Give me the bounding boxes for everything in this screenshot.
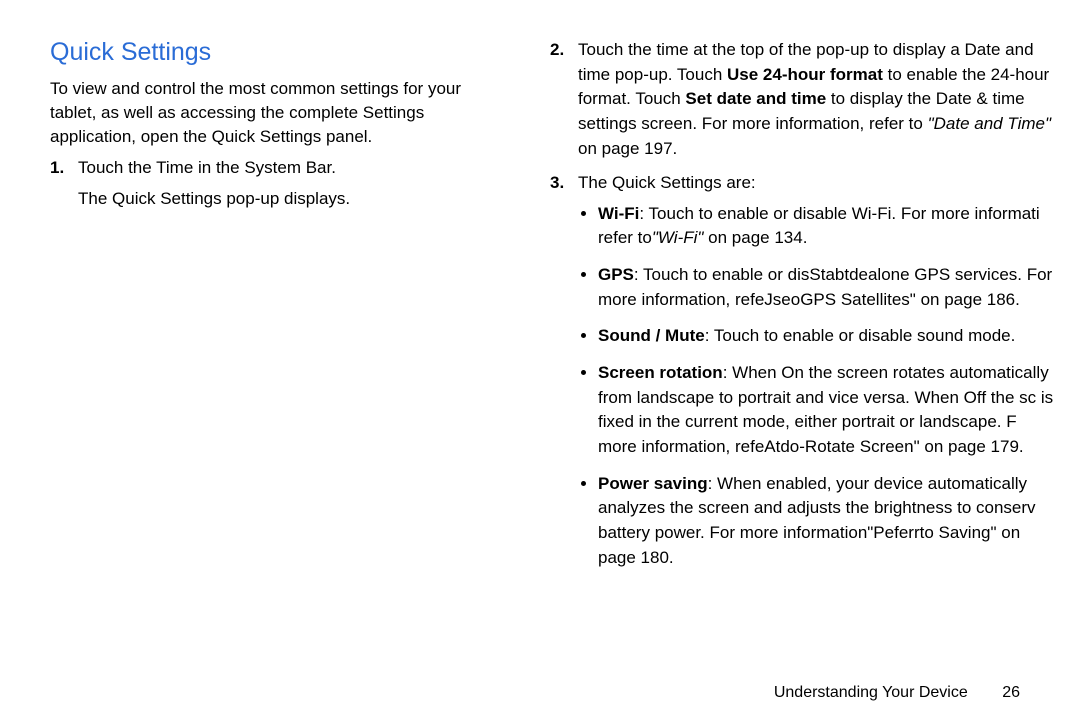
qs-rotate-t2: on page 179. [920,437,1024,456]
qs-wifi: Wi-Fi: Touch to enable or disable Wi-Fi.… [598,202,1060,251]
qs-gps-t2: on page 186. [916,290,1020,309]
step-3: 3. The Quick Settings are: Wi-Fi: Touch … [578,171,1060,570]
step-list-right: 2. Touch the time at the top of the pop-… [550,38,1060,570]
footer-page-number: 26 [1002,684,1020,702]
qs-power: Power saving: When enabled, your device … [598,472,1060,571]
qs-gps-label: GPS [598,265,634,284]
qs-wifi-label: Wi-Fi [598,204,639,223]
qs-sound-t1: : Touch to enable or disable sound mode. [705,326,1016,345]
two-column-layout: Quick Settings To view and control the m… [50,30,1060,582]
step-2-number: 2. [550,38,564,63]
step-2-t4: on page 197. [578,139,677,158]
qs-rotate: Screen rotation: When On the screen rota… [598,361,1060,460]
intro-paragraph: To view and control the most common sett… [50,77,510,148]
qs-gps: GPS: Touch to enable or disStabtdealone … [598,263,1060,312]
step-3-number: 3. [550,171,564,196]
step-2-ref: "Date and Time" [928,114,1051,133]
step-1: 1. Touch the Time in the System Bar. The… [78,156,510,211]
quick-settings-list: Wi-Fi: Touch to enable or disable Wi-Fi.… [578,202,1060,570]
step-1-line1: Touch the Time in the System Bar. [78,158,336,177]
step-2: 2. Touch the time at the top of the pop-… [578,38,1060,161]
qs-sound: Sound / Mute: Touch to enable or disable… [598,324,1060,349]
footer-chapter: Understanding Your Device [774,684,968,701]
step-2-bold1: Use 24-hour format [727,65,883,84]
qs-wifi-ref: "Wi-Fi" [652,228,704,247]
step-list-left: 1. Touch the Time in the System Bar. The… [50,156,510,211]
qs-sound-label: Sound / Mute [598,326,705,345]
step-1-line2: The Quick Settings pop-up displays. [78,187,510,212]
page-footer: Understanding Your Device 26 [774,684,1020,702]
qs-power-label: Power saving [598,474,708,493]
qs-wifi-t2: on page 134. [703,228,807,247]
section-heading: Quick Settings [50,38,510,67]
right-column: 2. Touch the time at the top of the pop-… [550,30,1060,582]
left-column: Quick Settings To view and control the m… [50,30,510,582]
step-1-number: 1. [50,156,64,181]
step-2-bold2: Set date and time [685,89,826,108]
manual-page: Quick Settings To view and control the m… [0,0,1080,720]
step-3-lead: The Quick Settings are: [578,173,756,192]
qs-rotate-label: Screen rotation [598,363,723,382]
